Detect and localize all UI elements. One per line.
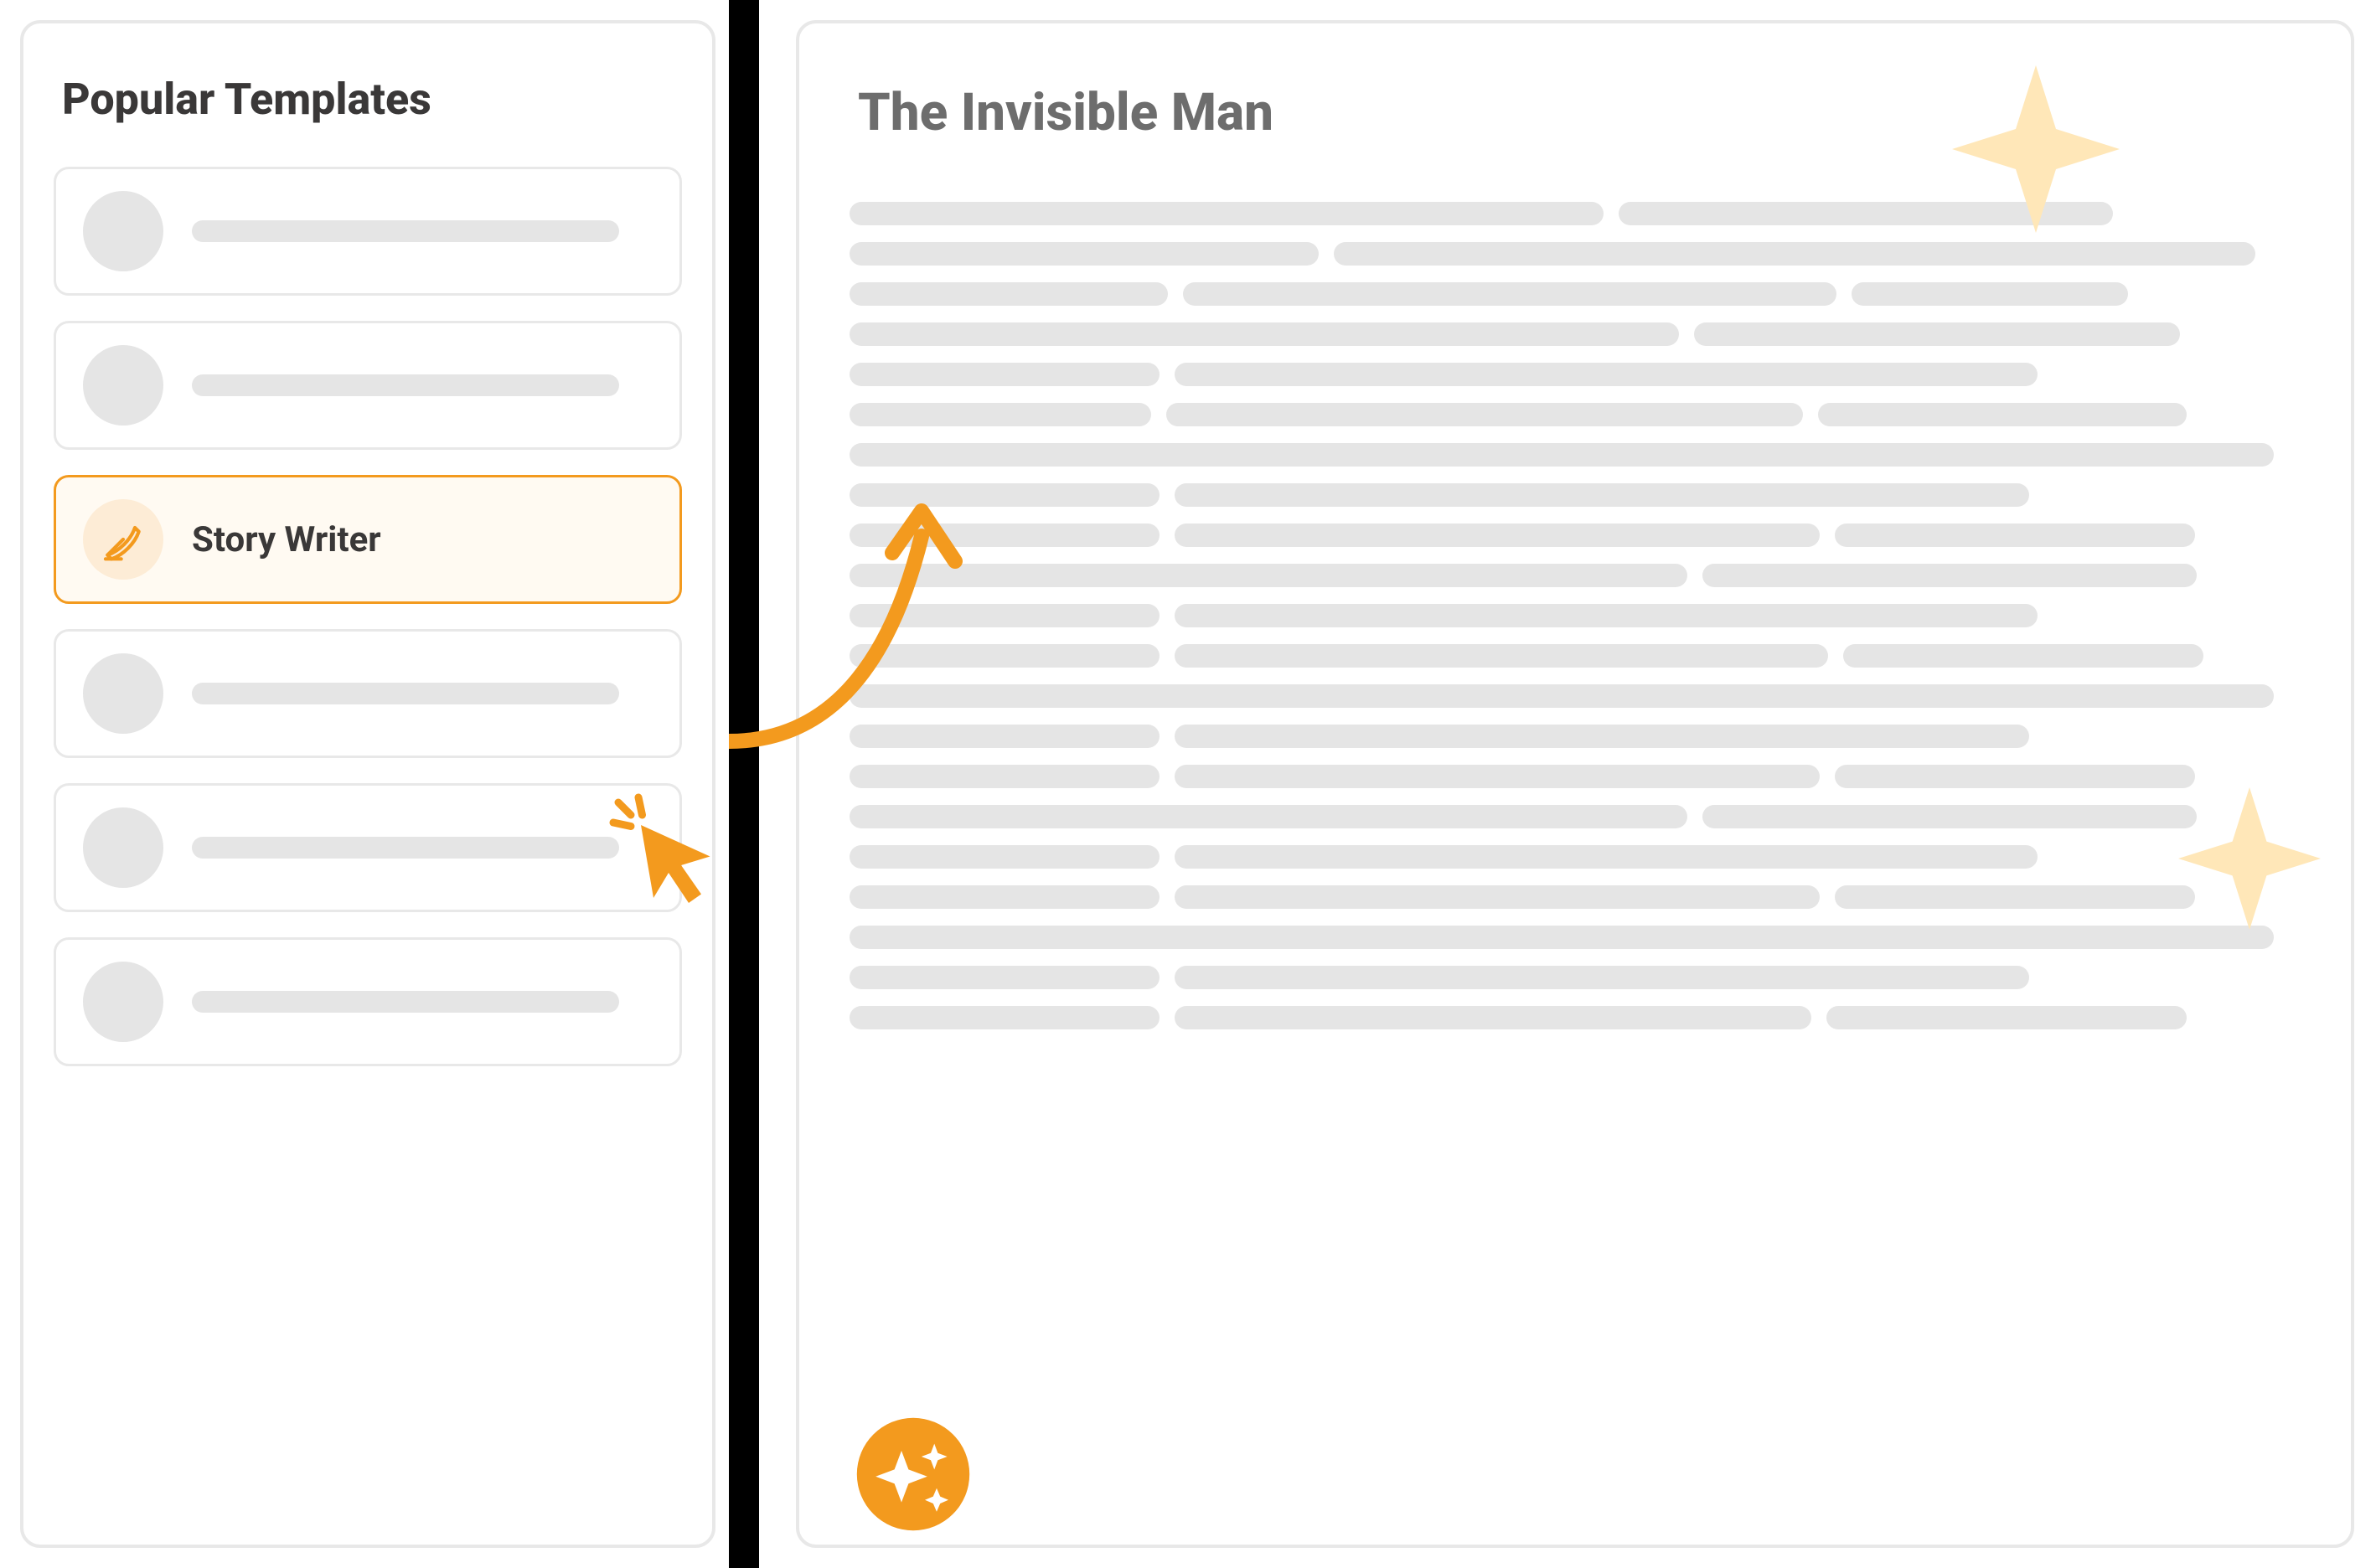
text-placeholder [850, 524, 1160, 547]
text-placeholder [1175, 845, 2038, 869]
template-item[interactable] [54, 629, 682, 758]
text-placeholder [850, 805, 1687, 828]
text-placeholder [850, 483, 1160, 507]
vertical-divider [729, 0, 759, 1568]
text-placeholder [1175, 363, 2038, 386]
template-label-placeholder [192, 837, 619, 859]
text-placeholder [850, 1006, 1160, 1029]
template-label: Story Writer [192, 519, 381, 560]
text-placeholder [1702, 564, 2197, 587]
text-placeholder [850, 443, 2274, 467]
text-placeholder [1175, 604, 2038, 627]
text-placeholder [850, 845, 1160, 869]
template-icon-placeholder [83, 807, 163, 888]
document-body-placeholder [850, 202, 2301, 1029]
text-placeholder [1702, 805, 2197, 828]
template-label-placeholder [192, 991, 619, 1013]
template-label-placeholder [192, 220, 619, 242]
text-placeholder [1175, 1006, 1811, 1029]
template-item[interactable] [54, 937, 682, 1066]
text-placeholder [1818, 403, 2187, 426]
document-title: The Invisible Man [858, 82, 2301, 143]
text-placeholder [1175, 725, 2029, 748]
template-icon-placeholder [83, 191, 163, 271]
text-placeholder [1826, 1006, 2187, 1029]
text-placeholder [1175, 885, 1820, 909]
sidebar-title: Popular Templates [62, 74, 674, 125]
template-item-story-writer[interactable]: Story Writer [54, 475, 682, 604]
text-placeholder [850, 242, 1319, 266]
text-placeholder [1835, 765, 2195, 788]
template-icon-placeholder [83, 653, 163, 734]
text-placeholder [850, 684, 2274, 708]
text-placeholder [850, 322, 1679, 346]
template-icon-placeholder [83, 345, 163, 426]
text-placeholder [1175, 765, 1820, 788]
text-placeholder [1183, 282, 1836, 306]
text-placeholder [850, 966, 1160, 989]
document-preview: The Invisible Man [796, 20, 2354, 1548]
text-placeholder [850, 564, 1687, 587]
template-label-placeholder [192, 683, 619, 704]
template-icon-placeholder [83, 962, 163, 1042]
template-item[interactable] [54, 783, 682, 912]
text-placeholder [850, 765, 1160, 788]
text-placeholder [1334, 242, 2255, 266]
text-placeholder [850, 604, 1160, 627]
text-placeholder [850, 282, 1168, 306]
text-placeholder [1619, 202, 2113, 225]
text-placeholder [850, 202, 1604, 225]
text-placeholder [1175, 644, 1828, 668]
text-placeholder [1843, 644, 2203, 668]
text-placeholder [1175, 524, 1820, 547]
text-placeholder [850, 885, 1160, 909]
text-placeholder [1852, 282, 2128, 306]
text-placeholder [1835, 885, 2195, 909]
text-placeholder [1694, 322, 2180, 346]
template-item[interactable] [54, 321, 682, 450]
text-placeholder [1835, 524, 2195, 547]
template-item[interactable] [54, 167, 682, 296]
sidebar-popular-templates: Popular Templates Story Writer [20, 20, 715, 1548]
text-placeholder [850, 403, 1151, 426]
text-placeholder [850, 926, 2274, 949]
quill-icon [83, 499, 163, 580]
text-placeholder [1175, 483, 2029, 507]
text-placeholder [850, 363, 1160, 386]
text-placeholder [850, 644, 1160, 668]
text-placeholder [1175, 966, 2029, 989]
template-label-placeholder [192, 374, 619, 396]
text-placeholder [850, 725, 1160, 748]
text-placeholder [1166, 403, 1803, 426]
